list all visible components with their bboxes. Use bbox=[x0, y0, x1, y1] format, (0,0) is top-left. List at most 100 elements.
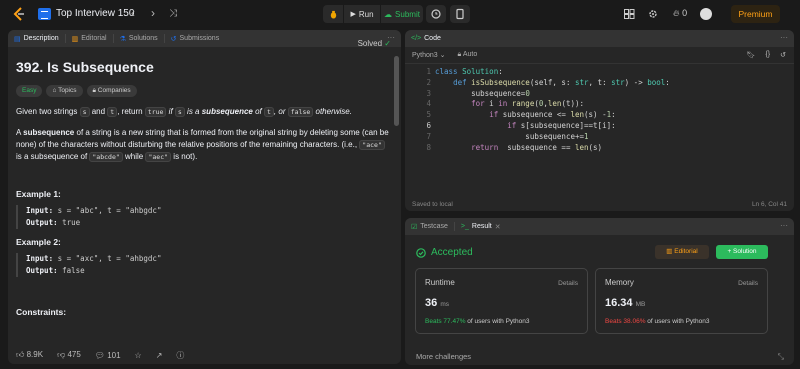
tab-result-label: Result bbox=[471, 223, 492, 230]
leetcode-logo-icon[interactable] bbox=[12, 7, 26, 21]
timer-button[interactable] bbox=[426, 5, 446, 23]
run-button[interactable]: ▶ Run bbox=[344, 5, 380, 23]
tag-chips: Easy ⌂ Topics 🔒︎ Companies bbox=[16, 85, 391, 97]
streak-count: 0 bbox=[682, 8, 688, 18]
problem-list-icon[interactable] bbox=[38, 8, 51, 20]
input-label: Input: bbox=[26, 254, 54, 263]
example-2-output: false bbox=[62, 266, 85, 275]
user-avatar[interactable] bbox=[700, 8, 712, 20]
runtime-card[interactable]: Runtime Details 36 ms Beats 77.47% of us… bbox=[415, 268, 588, 334]
difficulty-badge: Easy bbox=[16, 85, 43, 97]
description-scrollbar[interactable] bbox=[394, 56, 399, 126]
braces-icon[interactable]: {} bbox=[765, 51, 770, 59]
memory-card[interactable]: Memory Details 16.34 MB Beats 38.06% of … bbox=[595, 268, 768, 334]
settings-gear-icon[interactable] bbox=[648, 9, 658, 19]
result-panel: ☑ Testcase >_ Result ✕ ··· Accepted ▥ Ed… bbox=[405, 218, 794, 365]
problem-title[interactable]: 392. Is Subsequence bbox=[16, 59, 391, 75]
constraints-title: Constraints: bbox=[16, 307, 67, 317]
comment-count: 101 bbox=[107, 350, 121, 360]
code-line: if s[subsequence]==t[i]: bbox=[507, 121, 616, 130]
history-icon: ↺ bbox=[170, 35, 177, 43]
description-tabs: ▤ Description ▥ Editorial ⚗ Solutions ↺ … bbox=[8, 30, 401, 47]
more-challenges-link[interactable]: More challenges bbox=[416, 352, 471, 361]
example-1-input: s = "abc", t = "ahbgdc" bbox=[57, 206, 162, 215]
autocomplete-toggle[interactable]: 🔒︎ Auto bbox=[458, 51, 478, 59]
example-2-block: Input: s = "axc", t = "ahbgdc" Output: f… bbox=[16, 253, 391, 277]
prev-problem-icon[interactable]: ‹ bbox=[131, 6, 135, 20]
tab-result[interactable]: >_ Result ✕ bbox=[455, 222, 507, 231]
tab-submissions[interactable]: ↺ Submissions bbox=[165, 34, 226, 43]
accepted-status: Accepted bbox=[416, 247, 473, 258]
top-navigation-bar: Top Interview 150 ‹ › ⤨ ▶ Run ☁ Submit 🔥… bbox=[0, 0, 800, 28]
code-line: for i in range(0,len(t)): bbox=[471, 99, 585, 109]
streak-counter[interactable]: 🔥︎ 0 bbox=[673, 8, 687, 19]
accepted-label: Accepted bbox=[431, 247, 473, 258]
line-number: 3 bbox=[426, 88, 431, 98]
editorial-button[interactable]: ▥ Editorial bbox=[655, 245, 709, 259]
tab-description[interactable]: ▤ Description bbox=[8, 34, 66, 43]
tab-submissions-label: Submissions bbox=[179, 35, 220, 42]
memory-details-link[interactable]: Details bbox=[738, 280, 758, 287]
like-button[interactable]: 👍︎ 8.9K bbox=[16, 350, 43, 360]
shuffle-icon[interactable]: ⤨ bbox=[169, 8, 177, 19]
memory-beats-suffix: of users with Python3 bbox=[647, 318, 710, 325]
more-options-icon[interactable]: ··· bbox=[780, 33, 788, 42]
dislike-button[interactable]: 👎︎ 475 bbox=[57, 350, 81, 360]
tab-editorial[interactable]: ▥ Editorial bbox=[66, 34, 114, 43]
comments-button[interactable]: 💬︎ 101 bbox=[95, 351, 121, 360]
debug-button[interactable] bbox=[323, 5, 343, 23]
lock-icon: 🔒︎ bbox=[457, 51, 462, 58]
book-icon: ▥ bbox=[71, 35, 79, 43]
text-fragment: otherwise. bbox=[313, 107, 352, 116]
tab-testcase[interactable]: ☑ Testcase bbox=[405, 222, 455, 231]
runtime-beats: Beats 77.47% bbox=[425, 318, 466, 325]
example-1-title: Example 1: bbox=[16, 189, 61, 199]
thumbs-down-icon: 👎︎ bbox=[57, 350, 66, 359]
language-select[interactable]: Python3 ⌄ bbox=[412, 51, 446, 59]
next-problem-icon[interactable]: › bbox=[151, 6, 155, 20]
runtime-details-link[interactable]: Details bbox=[558, 280, 578, 287]
alarm-clock-icon bbox=[431, 9, 441, 19]
layout-grid-icon[interactable] bbox=[624, 9, 635, 19]
flask-icon: ⚗ bbox=[119, 35, 126, 43]
help-button[interactable]: ⓘ bbox=[176, 350, 184, 361]
line-number: 1 bbox=[426, 67, 431, 76]
more-options-icon[interactable]: ··· bbox=[780, 221, 788, 230]
bug-icon bbox=[330, 10, 336, 19]
favorite-button[interactable]: ☆ bbox=[135, 351, 142, 360]
runtime-value: 36 bbox=[425, 297, 438, 309]
premium-button[interactable]: Premium bbox=[731, 5, 780, 23]
share-button[interactable]: ↗ bbox=[156, 351, 163, 360]
close-icon[interactable]: ✕ bbox=[495, 223, 501, 231]
code-line: subsequence=0 bbox=[435, 88, 530, 98]
solution-button[interactable]: + Solution bbox=[716, 245, 768, 259]
submit-button[interactable]: ☁ Submit bbox=[381, 5, 423, 23]
cursor-position: Ln 6, Col 41 bbox=[751, 200, 787, 208]
solved-label: Solved bbox=[357, 39, 383, 48]
tab-editorial-label: Editorial bbox=[81, 35, 107, 42]
result-tabs: ☑ Testcase >_ Result ✕ ··· bbox=[405, 218, 794, 235]
topics-chip[interactable]: ⌂ Topics bbox=[46, 85, 83, 97]
tab-solutions[interactable]: ⚗ Solutions bbox=[114, 34, 165, 43]
reset-icon[interactable]: ↺ bbox=[780, 51, 786, 59]
tab-solutions-label: Solutions bbox=[128, 35, 158, 42]
code-panel: </> Code ··· Python3 ⌄ 🔒︎ Auto 🔖︎ {} ↺ 1… bbox=[405, 30, 794, 211]
problem-list-title[interactable]: Top Interview 150 bbox=[56, 8, 134, 19]
tab-code[interactable]: </> Code bbox=[405, 34, 447, 43]
resize-handle-icon[interactable]: ⤡ bbox=[778, 352, 784, 362]
bookmark-icon[interactable]: 🔖︎ bbox=[747, 51, 756, 59]
text-fragment: , or bbox=[273, 107, 288, 116]
tab-testcase-label: Testcase bbox=[420, 223, 448, 230]
description-panel: ▤ Description ▥ Editorial ⚗ Solutions ↺ … bbox=[8, 30, 401, 364]
runtime-beats-suffix: of users with Python3 bbox=[467, 318, 530, 325]
notes-button[interactable] bbox=[450, 5, 470, 23]
run-button-label: Run bbox=[358, 9, 374, 19]
companies-label: Companies bbox=[97, 87, 131, 94]
editorial-label: Editorial bbox=[674, 248, 698, 255]
companies-chip[interactable]: 🔒︎ Companies bbox=[86, 85, 137, 97]
like-count: 8.9K bbox=[26, 350, 44, 359]
dislike-count: 475 bbox=[67, 350, 81, 359]
line-number: 8 bbox=[426, 142, 431, 152]
inline-code-s: s bbox=[174, 107, 185, 117]
terminal-icon: >_ bbox=[460, 223, 469, 230]
